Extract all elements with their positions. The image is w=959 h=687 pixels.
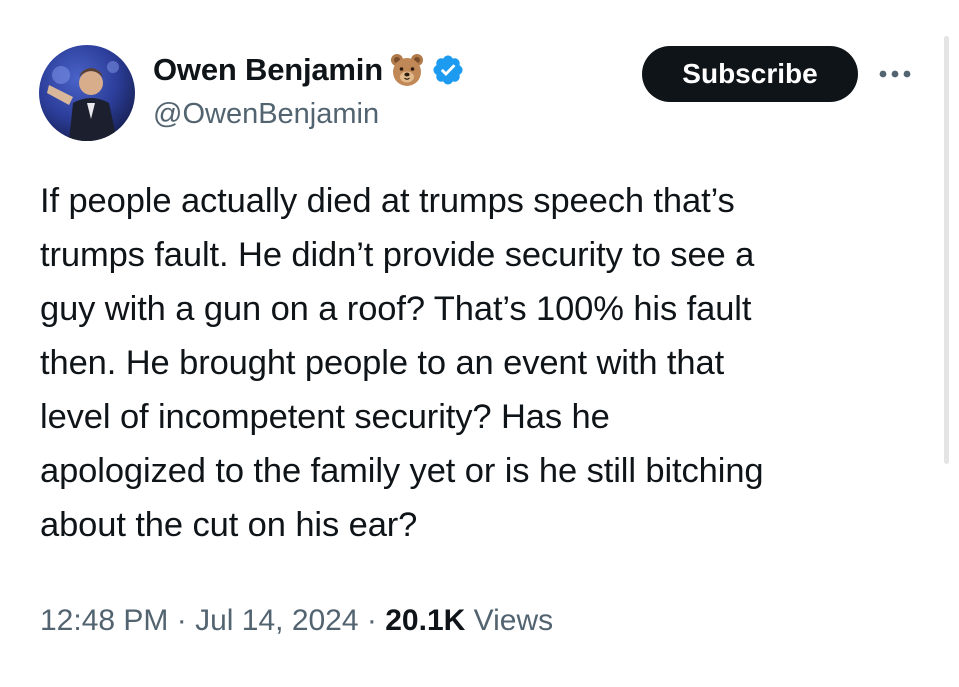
name-row: Owen Benjamin xyxy=(153,44,465,96)
more-horizontal-icon[interactable] xyxy=(875,60,915,88)
verified-badge-icon[interactable] xyxy=(431,53,465,87)
tweet-card: Owen Benjamin @OwenBenjamin Subscribe If… xyxy=(0,0,959,687)
meta-separator: · xyxy=(358,604,386,637)
user-handle[interactable]: @OwenBenjamin xyxy=(153,98,379,131)
tweet-time[interactable]: 12:48 PM xyxy=(40,604,168,637)
bear-face-icon xyxy=(389,52,425,88)
avatar[interactable] xyxy=(39,45,135,141)
views-label: Views xyxy=(473,604,554,637)
tweet-text: If people actually died at trumps speech… xyxy=(40,182,764,544)
meta-separator: · xyxy=(168,604,196,637)
views-count[interactable]: 20.1K xyxy=(385,604,465,637)
display-name[interactable]: Owen Benjamin xyxy=(153,52,383,88)
tweet-meta: 12:48 PM · Jul 14, 2024 · 20.1K Views xyxy=(40,604,553,638)
scrollbar[interactable] xyxy=(944,36,949,464)
tweet-date[interactable]: Jul 14, 2024 xyxy=(195,604,358,637)
subscribe-button[interactable]: Subscribe xyxy=(642,46,858,102)
